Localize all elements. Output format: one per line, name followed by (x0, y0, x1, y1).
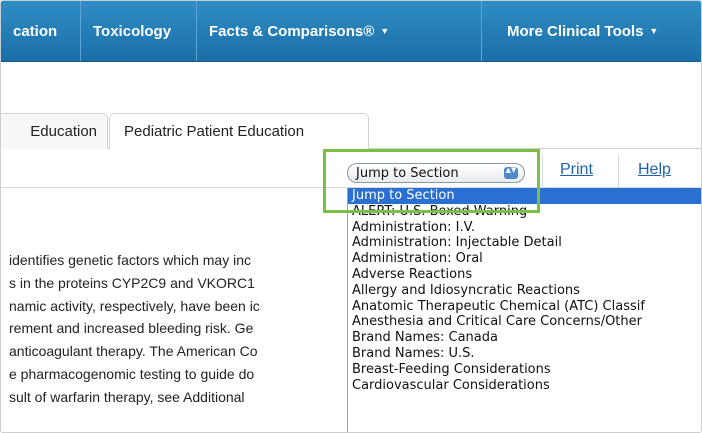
select-value: Jump to Section (356, 166, 459, 181)
tab-label: Pediatric Patient Education (124, 123, 305, 140)
top-navigation-bar: cation Toxicology Facts & Comparisons® ▼ … (1, 1, 701, 62)
dropdown-option[interactable]: Breast-Feeding Considerations (348, 362, 701, 378)
body-text-line: anticoagulant therapy. The American Co (9, 343, 258, 360)
dropdown-option[interactable]: Anesthesia and Critical Care Concerns/Ot… (348, 314, 701, 330)
nav-item-facts-comparisons[interactable]: Facts & Comparisons® ▼ (197, 1, 425, 61)
print-link[interactable]: Print (560, 161, 593, 179)
dropdown-option[interactable]: Administration: Injectable Detail (348, 235, 701, 251)
jump-to-section-select[interactable]: Jump to Section ▲▼ (347, 163, 525, 183)
toolbar-separator (618, 155, 619, 187)
body-text-line: identifies genetic factors which may inc (9, 252, 251, 268)
nav-item-label: cation (13, 23, 58, 40)
monograph-body-text: identifies genetic factors which may inc… (9, 249, 354, 409)
nav-divider (481, 1, 482, 61)
app-frame: cation Toxicology Facts & Comparisons® ▼ … (0, 0, 702, 433)
nav-item-toxicology[interactable]: Toxicology (81, 1, 196, 61)
dropdown-option[interactable]: Adverse Reactions (348, 267, 701, 283)
dropdown-option[interactable]: ALERT: U.S. Boxed Warning (348, 204, 701, 220)
body-text-line: e pharmacogenomic testing to guide do (9, 365, 255, 382)
body-text-line: rement and increased bleeding risk. Ge (9, 320, 254, 337)
toolbar-separator (542, 155, 543, 187)
tab-label: Education (30, 123, 97, 140)
dropdown-option[interactable]: Administration: I.V. (348, 220, 701, 236)
jump-to-section-dropdown-list: Jump to Section ALERT: U.S. Boxed Warnin… (347, 188, 701, 432)
chevron-down-icon: ▼ (380, 26, 390, 36)
nav-item-more-clinical-tools[interactable]: More Clinical Tools ▼ (495, 1, 701, 61)
updown-arrows-icon: ▲▼ (504, 167, 518, 179)
help-link[interactable]: Help (638, 161, 671, 179)
chevron-down-icon: ▼ (649, 26, 659, 36)
dropdown-option[interactable]: Anatomic Therapeutic Chemical (ATC) Clas… (348, 299, 701, 315)
dropdown-option[interactable]: Administration: Oral (348, 251, 701, 267)
dropdown-option[interactable]: Brand Names: U.S. (348, 346, 701, 362)
dropdown-option-jump-to-section[interactable]: Jump to Section (348, 188, 701, 204)
nav-item-label: Facts & Comparisons® (209, 23, 375, 40)
nav-item-education[interactable]: cation (1, 1, 80, 61)
tab-patient-education[interactable]: Education (1, 113, 108, 149)
nav-item-label: Toxicology (93, 23, 172, 40)
tab-pediatric-patient-education[interactable]: Pediatric Patient Education (109, 113, 369, 150)
body-text-line: s in the proteins CYP2C9 and VKORC1 (9, 274, 255, 291)
body-text-line: sult of warfarin therapy, see Additional (9, 388, 245, 405)
body-text-line: namic activity, respectively, have been … (9, 297, 260, 314)
dropdown-option[interactable]: Allergy and Idiosyncratic Reactions (348, 283, 701, 299)
dropdown-option[interactable]: Brand Names: Canada (348, 330, 701, 346)
nav-item-label: More Clinical Tools (507, 23, 644, 40)
dropdown-option[interactable]: Cardiovascular Considerations (348, 378, 701, 394)
